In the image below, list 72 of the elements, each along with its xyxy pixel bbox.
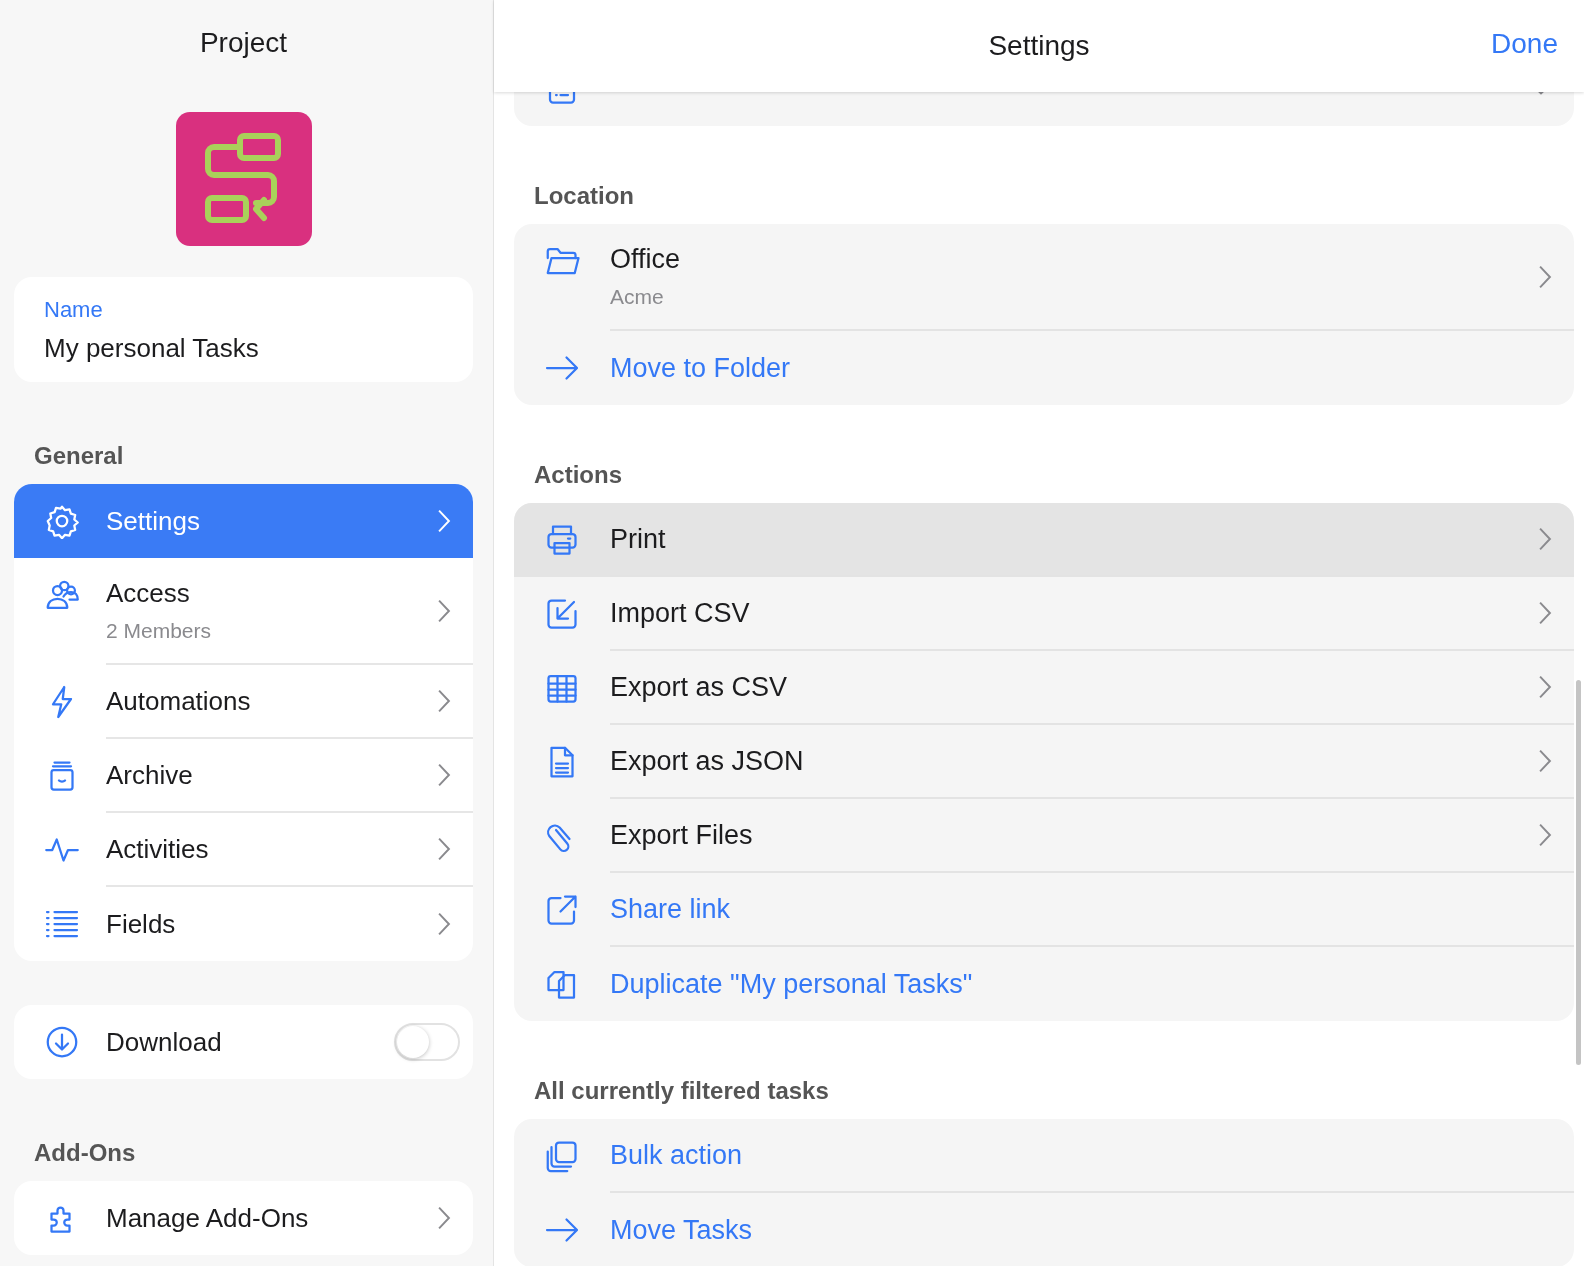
share-icon (544, 892, 580, 928)
field-label: Name (44, 297, 104, 323)
list-item[interactable]: Export as JSON (514, 725, 1574, 799)
list-item[interactable]: Export Files (514, 799, 1574, 873)
chevron-right-icon (1538, 527, 1552, 551)
toggle-switch[interactable] (394, 1023, 460, 1061)
chevron-right-icon (1538, 264, 1552, 289)
page-title: Settings (988, 30, 1090, 62)
item-label: Move to Folder (610, 352, 791, 384)
item-label: Bulk action (610, 1139, 743, 1171)
menu-item[interactable]: Access 2 Members (14, 558, 473, 665)
list-item[interactable]: Export as CSV (514, 651, 1574, 725)
list-item[interactable]: Import CSV (514, 577, 1574, 651)
chevron-right-icon (437, 912, 451, 936)
panel-title: Project (199, 27, 288, 59)
section-heading: Actions (534, 461, 623, 489)
download-icon (44, 1024, 80, 1060)
item-label: Move Tasks (610, 1214, 753, 1246)
list-item[interactable]: Office Acme (514, 224, 1574, 331)
section-heading: Location (534, 182, 635, 210)
item-label: Import CSV (610, 597, 750, 629)
item-label: Archive (106, 759, 193, 791)
item-label: Settings (106, 505, 200, 537)
chevron-right-icon (437, 1206, 451, 1230)
section-heading: All currently filtered tasks (534, 1077, 830, 1105)
menu-item[interactable]: Settings (14, 484, 473, 558)
item-label: Download (106, 1026, 222, 1058)
menu-item[interactable]: Activities (14, 813, 473, 887)
import-icon (544, 596, 580, 632)
item-label: Export as JSON (610, 745, 804, 777)
item-label: Fields (106, 908, 176, 940)
item-label: Duplicate "My personal Tasks" (610, 968, 973, 1000)
scrollbar[interactable] (1576, 680, 1581, 1065)
field-value: My personal Tasks (44, 333, 260, 364)
item-label: Print (610, 523, 666, 555)
list-item[interactable]: Duplicate "My personal Tasks" (514, 947, 1574, 1021)
item-label: Share link (610, 893, 731, 925)
menu-item[interactable]: Automations (14, 665, 473, 739)
item-label: Office (610, 244, 681, 275)
chevron-right-icon (437, 509, 451, 533)
list-item[interactable]: Move to Folder (514, 331, 1574, 405)
done-button[interactable]: Done (1487, 24, 1562, 64)
list-item[interactable]: Move Tasks (514, 1193, 1574, 1266)
stack-icon (544, 1138, 580, 1174)
app-logo-icon (175, 112, 312, 246)
chevron-right-icon (437, 763, 451, 787)
chevron-right-icon (1538, 675, 1552, 699)
printer-icon (544, 522, 580, 558)
chevron-right-icon (1538, 601, 1552, 625)
section-heading: Add-Ons (34, 1139, 137, 1167)
settings-icon (44, 503, 80, 539)
menu-item[interactable]: Fields (14, 887, 473, 961)
list-item[interactable]: Bulk action (514, 1119, 1574, 1193)
item-label: Automations (106, 685, 251, 717)
chevron-right-icon (437, 689, 451, 713)
list-item[interactable]: Share link (514, 873, 1574, 947)
section-heading: General (34, 442, 125, 470)
list-item[interactable]: Print (514, 503, 1574, 577)
chevron-right-icon (437, 598, 451, 623)
chevron-right-icon (437, 837, 451, 861)
item-label: Export Files (610, 819, 753, 851)
item-subtitle: Acme (610, 285, 665, 309)
name-field[interactable]: Name My personal Tasks (14, 277, 473, 382)
menu-item[interactable]: Manage Add-Ons (14, 1181, 473, 1255)
item-label: Manage Add-Ons (106, 1202, 309, 1234)
chevron-right-icon (1538, 823, 1552, 847)
menu-item[interactable]: Archive (14, 739, 473, 813)
item-label: Export as CSV (610, 671, 788, 703)
item-label: Activities (106, 833, 209, 865)
item-subtitle: 2 Members (106, 619, 212, 643)
item-label: Access (106, 578, 191, 609)
chevron-right-icon (1538, 749, 1552, 773)
